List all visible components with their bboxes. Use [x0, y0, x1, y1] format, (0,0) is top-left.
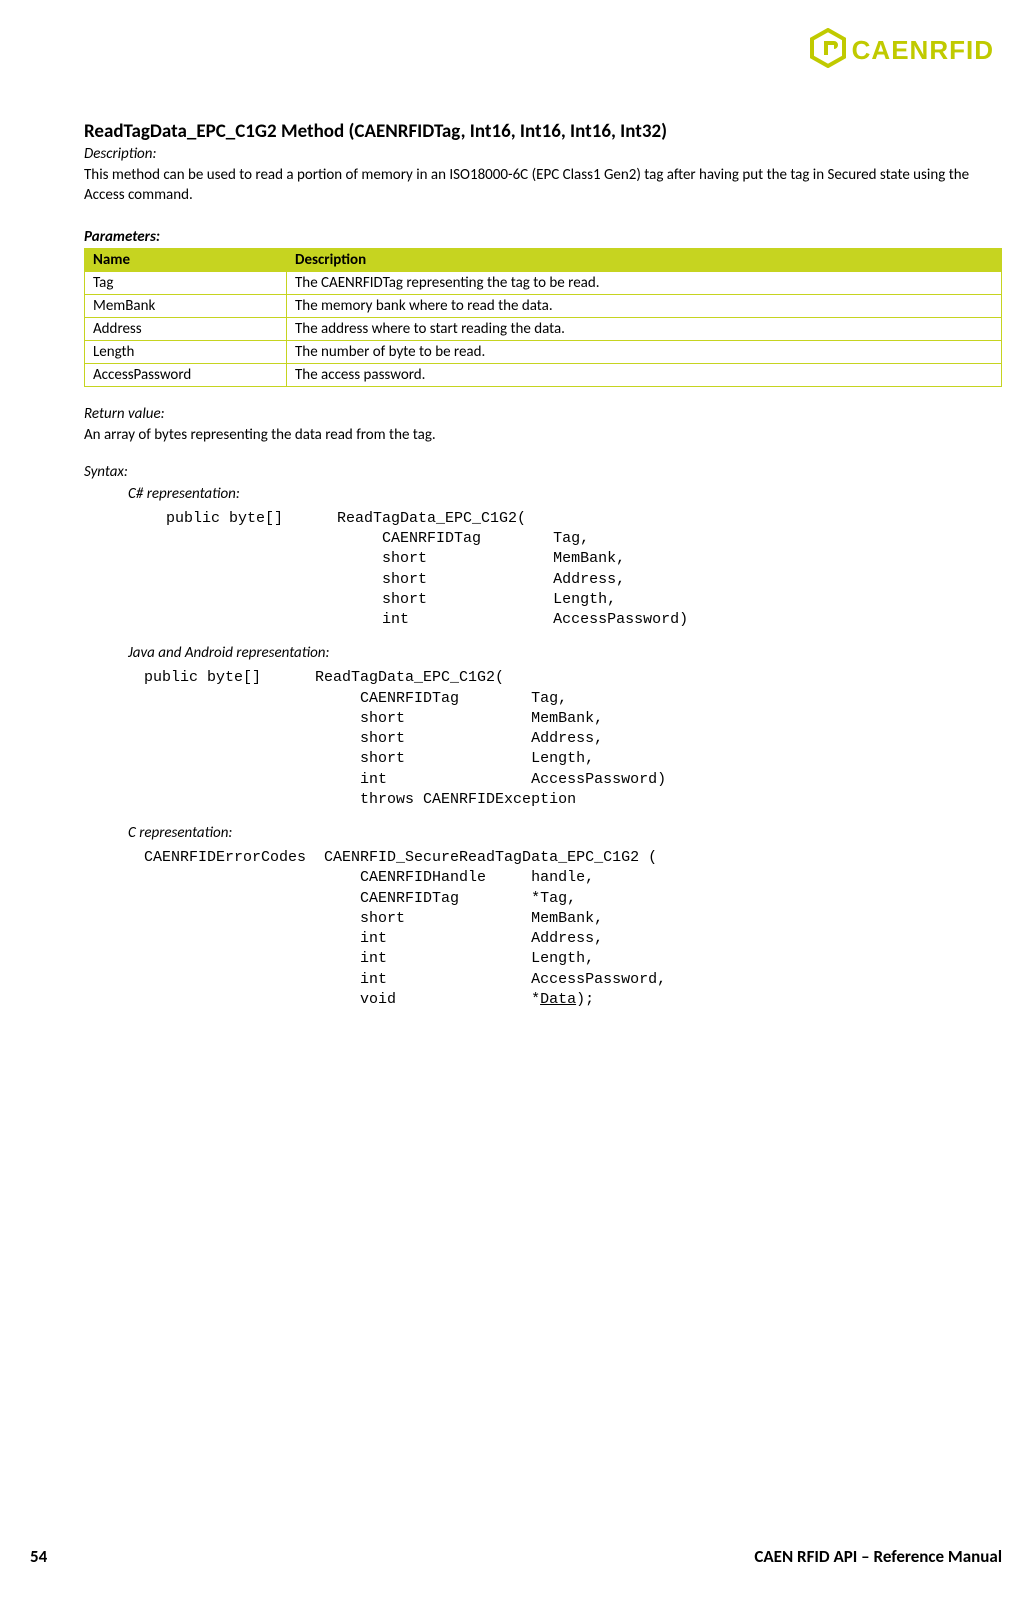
table-header-desc: Description	[287, 248, 1002, 271]
return-text: An array of bytes representing the data …	[84, 425, 1002, 445]
param-desc: The number of byte to be read.	[287, 340, 1002, 363]
table-row: Tag The CAENRFIDTag representing the tag…	[85, 271, 1002, 294]
table-row: MemBank The memory bank where to read th…	[85, 294, 1002, 317]
param-name: Tag	[85, 271, 287, 294]
param-desc: The address where to start reading the d…	[287, 317, 1002, 340]
logo-text: CAENRFID	[852, 35, 994, 66]
table-row: Length The number of byte to be read.	[85, 340, 1002, 363]
param-name: Length	[85, 340, 287, 363]
java-label: Java and Android representation:	[128, 644, 1002, 662]
java-code: public byte[] ReadTagData_EPC_C1G2( CAEN…	[144, 668, 1002, 810]
param-desc: The access password.	[287, 363, 1002, 386]
method-title: ReadTagData_EPC_C1G2 Method (CAENRFIDTag…	[84, 120, 1002, 143]
logo-hex-icon	[810, 28, 846, 73]
page-number: 54	[30, 1546, 47, 1567]
param-name: AccessPassword	[85, 363, 287, 386]
param-name: MemBank	[85, 294, 287, 317]
page-footer: 54 CAEN RFID API – Reference Manual	[30, 1546, 1002, 1567]
syntax-label: Syntax:	[84, 463, 1002, 481]
return-label: Return value:	[84, 405, 1002, 423]
table-header-name: Name	[85, 248, 287, 271]
c-code: CAENRFIDErrorCodes CAENRFID_SecureReadTa…	[144, 848, 1002, 1010]
param-desc: The CAENRFIDTag representing the tag to …	[287, 271, 1002, 294]
param-name: Address	[85, 317, 287, 340]
csharp-label: C# representation:	[128, 485, 1002, 503]
table-row: Address The address where to start readi…	[85, 317, 1002, 340]
brand-logo: CAENRFID	[810, 28, 994, 73]
c-label: C representation:	[128, 824, 1002, 842]
param-desc: The memory bank where to read the data.	[287, 294, 1002, 317]
description-label: Description:	[84, 145, 1002, 163]
parameters-label: Parameters:	[84, 228, 1002, 246]
table-row: AccessPassword The access password.	[85, 363, 1002, 386]
csharp-code: public byte[] ReadTagData_EPC_C1G2( CAEN…	[166, 509, 1002, 631]
footer-title: CAEN RFID API – Reference Manual	[754, 1546, 1002, 1567]
parameters-table: Name Description Tag The CAENRFIDTag rep…	[84, 248, 1002, 387]
description-text: This method can be used to read a portio…	[84, 165, 1002, 206]
